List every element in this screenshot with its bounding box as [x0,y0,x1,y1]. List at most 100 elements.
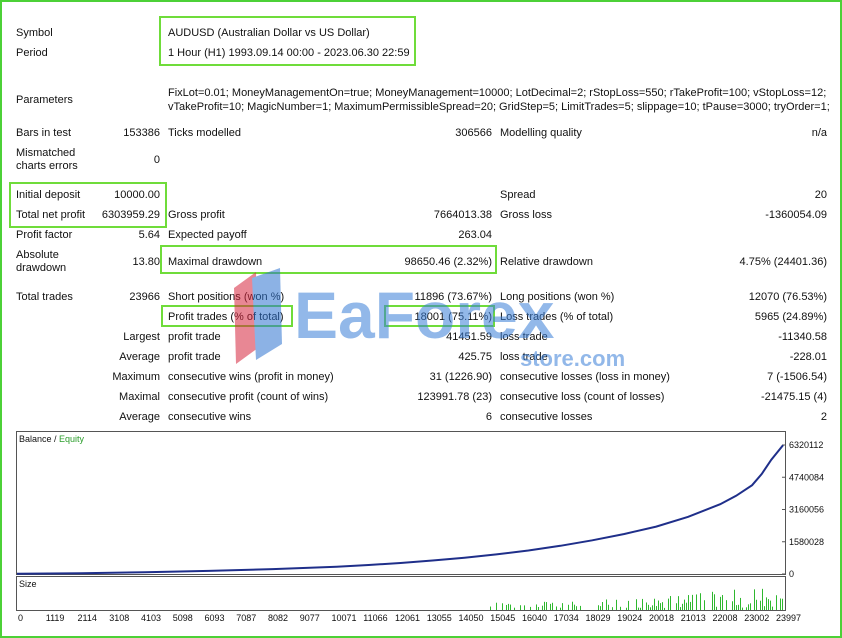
x-tick-label: 10071 [331,613,357,623]
x-tick-label: 14050 [458,613,484,623]
volume-bar [732,601,733,610]
symbol-period-highlight [159,16,416,66]
watermark-main-text: EaForex [294,278,555,352]
volume-bar [772,606,773,610]
volume-bar [530,606,531,610]
volume-bar [514,607,515,610]
volume-bar [508,603,509,610]
maximum-losses-label: consecutive losses (loss in money) [500,371,670,383]
x-tick-label: 4103 [141,613,162,623]
absolute-drawdown-label-2: drawdown [16,262,67,274]
maximal-losses-value: -21475.15 (4) [760,391,827,403]
volume-bar [638,607,639,610]
loss-trades-value: 5965 (24.89%) [754,311,827,323]
maximal-wins-label: consecutive profit (count of wins) [168,391,329,403]
maximum-wins-value: 31 (1226.90) [429,371,492,383]
expected-payoff-label: Expected payoff [168,229,247,241]
bars-in-test-label: Bars in test [16,127,72,139]
average-loss-value: -228.01 [789,351,827,363]
volume-bar [546,602,547,610]
maximal-losses-label: consecutive loss (count of losses) [500,391,665,403]
volume-bar [542,605,543,610]
x-tick-label: 6093 [204,613,225,623]
volume-bar [544,601,545,610]
y-tick-label: 4740084 [789,472,824,482]
volume-bar [736,605,737,610]
expected-payoff-value: 263.04 [458,229,492,241]
relative-drawdown-value: 4.75% (24401.36) [739,256,827,268]
modelling-quality-value: n/a [811,127,827,139]
x-tick-label: 22008 [712,613,738,623]
mismatched-label-2: charts errors [16,160,78,172]
x-tick-labels: 0 1119 2114 3108 4103 5098 6093 7087 8082 9077 100… [16,612,806,626]
volume-bar [690,601,691,610]
bars-in-test-value: 153386 [123,127,160,139]
volume-bar [692,594,693,610]
volume-bar [612,607,613,610]
volume-bar [726,600,727,610]
absolute-drawdown-label-1: Absolute [16,249,59,261]
volume-bar [756,599,757,610]
volume-bar [536,604,537,610]
volume-bar [696,594,697,610]
average-profit-label: profit trade [168,351,221,363]
mismatched-label-1: Mismatched [16,147,76,159]
volume-bar [668,598,669,610]
volume-bar [552,602,553,610]
absolute-drawdown-value: 13.80 [132,256,160,268]
volume-bar [660,603,661,610]
volume-bar [768,599,769,610]
ticks-modelled-label: Ticks modelled [168,127,241,139]
volume-bar [506,604,507,610]
volume-bar [746,607,747,610]
volume-bar [524,605,525,610]
maximal-wins-value: 123991.78 (23) [417,391,492,403]
gross-loss-value: -1360054.09 [765,209,827,221]
volume-bar [722,595,723,610]
volume-bar [656,606,657,610]
parameters-line-1: FixLot=0.01; MoneyManagementOn=true; Mon… [168,87,827,99]
volume-bar [670,596,671,610]
volume-bar [738,604,739,610]
volume-bar [680,607,681,610]
main-plot-frame [16,431,786,575]
size-label: Size [19,579,37,589]
volume-bar [520,605,521,610]
volume-bar [766,597,767,610]
volume-bar [538,606,539,610]
volume-bar [776,595,777,610]
average-consecutive-label: Average [119,411,160,423]
volume-bar [636,599,637,610]
x-tick-label: 8082 [268,613,289,623]
x-tick-label: 7087 [236,613,257,623]
volume-bar [626,607,627,610]
volume-bar [664,607,665,610]
volume-bar [608,604,609,610]
x-tick-label: 16040 [522,613,548,623]
y-tick-labels: 6320112 4740084 3160056 1580028 0 [789,440,824,579]
volume-bar [628,600,629,610]
volume-bar [496,602,497,610]
volume-bar [762,588,763,610]
volume-bar [642,598,643,610]
volume-bar [700,593,701,610]
volume-bar [648,604,649,610]
x-tick-label: 1119 [45,613,65,623]
eaforex-watermark-logo: EaForex store.com [234,268,625,371]
legend-equity: Equity [59,434,85,444]
volume-bar [780,598,781,610]
volume-bar [754,589,755,610]
volume-bar [576,606,577,610]
x-tick-label: 11066 [363,613,388,623]
x-tick-label: 12061 [395,613,421,623]
volume-bar [684,599,685,610]
volume-bar [616,599,617,610]
largest-label: Largest [123,331,160,343]
y-tick-label: 1580028 [789,537,824,547]
volume-bar [580,605,581,610]
volume-bar [654,598,655,610]
x-tick-label: 19024 [617,613,643,623]
x-tick-label: 13055 [426,613,452,623]
chart-legend: Balance / Equity [19,434,85,444]
volume-bar [658,600,659,610]
